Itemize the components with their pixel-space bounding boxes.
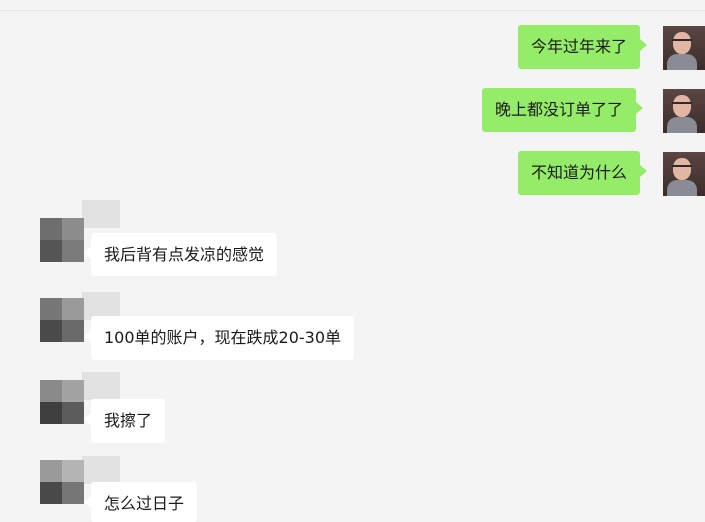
mosaic-name-blur	[82, 456, 120, 484]
message-bubble-incoming[interactable]: 我后背有点发凉的感觉	[83, 233, 278, 276]
message-bubble-outgoing[interactable]: 不知道为什么	[518, 151, 648, 195]
top-divider	[0, 10, 705, 11]
contact-avatar[interactable]	[40, 218, 84, 262]
contact-avatar[interactable]	[40, 460, 84, 504]
self-avatar[interactable]	[663, 26, 705, 70]
message-bubble-outgoing[interactable]: 晚上都没订单了了	[482, 88, 644, 132]
mosaic-name-blur	[82, 372, 120, 400]
mosaic-name-blur	[82, 200, 120, 228]
message-text: 晚上都没订单了了	[495, 100, 624, 119]
message-text: 100单的账户，现在跌成20-30单	[104, 328, 342, 347]
message-text: 我擦了	[104, 411, 153, 430]
self-avatar[interactable]	[663, 152, 705, 196]
message-text: 我后背有点发凉的感觉	[104, 245, 265, 264]
message-bubble-incoming[interactable]: 怎么过日子	[83, 482, 198, 522]
message-text: 今年过年来了	[531, 37, 628, 56]
message-text: 怎么过日子	[104, 494, 185, 513]
message-bubble-incoming[interactable]: 100单的账户，现在跌成20-30单	[83, 316, 355, 360]
self-avatar[interactable]	[663, 89, 705, 133]
contact-avatar[interactable]	[40, 298, 84, 342]
message-bubble-outgoing[interactable]: 今年过年来了	[518, 25, 648, 69]
message-text: 不知道为什么	[531, 163, 628, 182]
message-bubble-incoming[interactable]: 我擦了	[83, 399, 166, 443]
contact-avatar[interactable]	[40, 380, 84, 424]
